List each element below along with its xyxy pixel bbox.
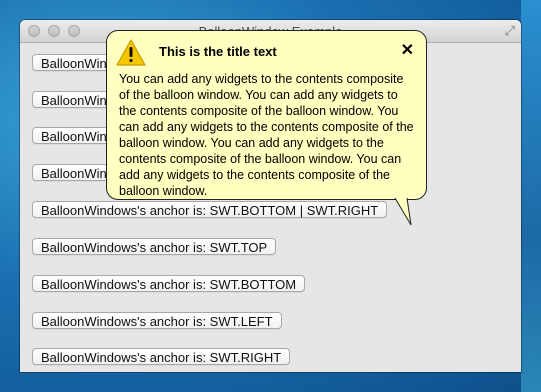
anchor-button-left[interactable]: BalloonWindows's anchor is: SWT.LEFT bbox=[32, 312, 282, 329]
anchor-button-bottom-right[interactable]: BalloonWindows's anchor is: SWT.BOTTOM |… bbox=[32, 201, 388, 218]
balloon-close-icon[interactable]: ✕ bbox=[401, 40, 414, 60]
balloon-tail bbox=[394, 197, 412, 226]
balloon-title: This is the title text bbox=[159, 44, 277, 59]
balloon-window: This is the title text ✕ You can add any… bbox=[106, 30, 427, 200]
fullscreen-icon[interactable]: ⤢ bbox=[505, 23, 515, 39]
anchor-button-bottom[interactable]: BalloonWindows's anchor is: SWT.BOTTOM bbox=[32, 275, 306, 292]
anchor-button-right[interactable]: BalloonWindows's anchor is: SWT.RIGHT bbox=[32, 348, 291, 365]
warning-icon bbox=[116, 39, 146, 66]
balloon-body-text: You can add any widgets to the contents … bbox=[119, 72, 414, 198]
desktop-background bbox=[521, 0, 541, 392]
anchor-button-top[interactable]: BalloonWindows's anchor is: SWT.TOP bbox=[32, 238, 277, 255]
